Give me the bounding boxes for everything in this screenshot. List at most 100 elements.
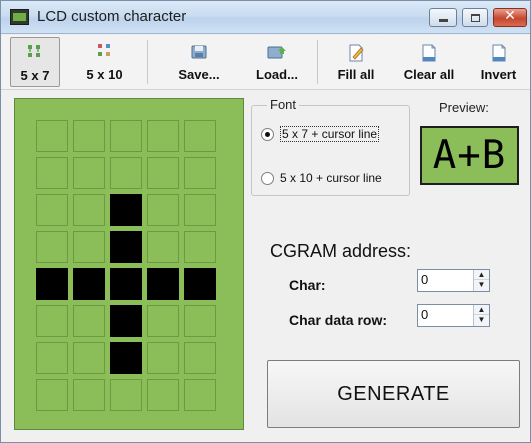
font-option-5x7-label: 5 x 7 + cursor line — [280, 126, 380, 142]
lcd-pixel[interactable] — [184, 379, 216, 411]
char-down-icon[interactable]: ▼ — [474, 280, 489, 290]
lcd-pixel[interactable] — [36, 231, 68, 263]
maximize-icon — [471, 14, 480, 22]
lcd-pixel[interactable] — [184, 305, 216, 337]
lcd-pixel-grid — [36, 120, 216, 411]
lcd-pixel[interactable] — [110, 342, 142, 374]
fill-all-icon — [349, 44, 364, 62]
radio-5x10[interactable] — [261, 171, 274, 185]
close-button[interactable]: ✕ — [493, 8, 527, 27]
fill-all-button[interactable]: Fill all — [326, 37, 386, 87]
lcd-pixel[interactable] — [184, 157, 216, 189]
preview-display: A+B — [420, 126, 519, 185]
close-icon: ✕ — [504, 8, 516, 24]
font-option-5x10[interactable]: 5 x 10 + cursor line — [261, 171, 382, 185]
lcd-app-icon — [10, 9, 29, 25]
minimize-icon — [439, 19, 448, 22]
row-up-icon[interactable]: ▲ — [474, 305, 489, 315]
lcd-pixel[interactable] — [147, 268, 179, 300]
invert-label: Invert — [480, 67, 517, 82]
lcd-pixel[interactable] — [184, 268, 216, 300]
load-label: Load... — [256, 67, 298, 82]
radio-5x7[interactable] — [261, 127, 274, 141]
char-value: 0 — [421, 272, 429, 287]
size-5x7-button[interactable]: 5 x 7 — [10, 37, 60, 87]
load-icon — [267, 46, 286, 59]
lcd-pixel[interactable] — [73, 342, 105, 374]
title-bar[interactable]: LCD custom character ✕ — [1, 1, 530, 34]
lcd-pixel[interactable] — [36, 157, 68, 189]
maximize-button[interactable] — [462, 8, 488, 27]
lcd-pixel[interactable] — [73, 231, 105, 263]
clear-all-label: Clear all — [403, 67, 455, 82]
minimize-button[interactable] — [429, 8, 457, 27]
lcd-pixel[interactable] — [110, 157, 142, 189]
app-window: LCD custom character ✕ 5 x 7 5 x 10 Save… — [0, 0, 531, 443]
save-icon — [191, 45, 207, 59]
grid-large-icon — [97, 44, 110, 56]
lcd-pixel[interactable] — [184, 120, 216, 152]
lcd-pixel[interactable] — [147, 342, 179, 374]
preview-label: Preview: — [439, 100, 489, 115]
save-label: Save... — [178, 67, 220, 82]
row-down-icon[interactable]: ▼ — [474, 315, 489, 325]
lcd-pixel[interactable] — [36, 120, 68, 152]
toolbar: 5 x 7 5 x 10 Save... Load... Fill all Cl… — [1, 35, 530, 90]
lcd-pixel[interactable] — [147, 379, 179, 411]
lcd-pixel[interactable] — [73, 194, 105, 226]
lcd-pixel[interactable] — [73, 120, 105, 152]
preview-text: A+B — [432, 133, 507, 178]
toolbar-separator — [317, 40, 318, 84]
char-label: Char: — [289, 277, 326, 293]
char-data-row-label: Char data row: — [289, 312, 388, 328]
font-option-5x10-label: 5 x 10 + cursor line — [280, 171, 382, 185]
lcd-pixel[interactable] — [110, 305, 142, 337]
char-data-row-spinbox[interactable]: 0 ▲ ▼ — [417, 304, 490, 327]
cgram-title: CGRAM address: — [270, 241, 412, 261]
char-spin-arrows: ▲ ▼ — [473, 270, 489, 291]
lcd-pixel[interactable] — [73, 268, 105, 300]
lcd-pixel[interactable] — [147, 194, 179, 226]
lcd-pixel[interactable] — [147, 120, 179, 152]
row-spin-arrows: ▲ ▼ — [473, 305, 489, 326]
lcd-pixel[interactable] — [36, 194, 68, 226]
lcd-pixel[interactable] — [73, 379, 105, 411]
invert-icon — [492, 44, 505, 62]
fill-all-label: Fill all — [337, 67, 375, 82]
font-option-5x7[interactable]: 5 x 7 + cursor line — [261, 126, 380, 142]
generate-button[interactable]: GENERATE — [267, 360, 520, 428]
lcd-pixel[interactable] — [147, 305, 179, 337]
lcd-pixel[interactable] — [36, 379, 68, 411]
font-group-title: Font — [267, 97, 300, 112]
invert-button[interactable]: Invert — [471, 37, 526, 87]
lcd-pixel[interactable] — [73, 305, 105, 337]
lcd-pixel[interactable] — [147, 157, 179, 189]
lcd-editor — [14, 98, 244, 430]
lcd-pixel[interactable] — [147, 231, 179, 263]
lcd-pixel[interactable] — [36, 305, 68, 337]
load-button[interactable]: Load... — [243, 37, 311, 87]
size-5x10-button[interactable]: 5 x 10 — [77, 37, 132, 87]
size-5x10-label: 5 x 10 — [86, 67, 123, 82]
window-title: LCD custom character — [37, 8, 187, 25]
lcd-pixel[interactable] — [36, 268, 68, 300]
lcd-pixel[interactable] — [110, 120, 142, 152]
char-data-row-value: 0 — [421, 307, 429, 322]
toolbar-separator — [147, 40, 148, 84]
lcd-pixel[interactable] — [110, 231, 142, 263]
lcd-pixel[interactable] — [184, 342, 216, 374]
clear-all-button[interactable]: Clear all — [394, 37, 464, 87]
char-spinbox[interactable]: 0 ▲ ▼ — [417, 269, 490, 292]
lcd-pixel[interactable] — [110, 194, 142, 226]
size-5x7-label: 5 x 7 — [20, 68, 50, 83]
lcd-pixel[interactable] — [36, 342, 68, 374]
lcd-pixel[interactable] — [73, 157, 105, 189]
lcd-pixel[interactable] — [184, 194, 216, 226]
clear-all-icon — [422, 44, 436, 62]
lcd-pixel[interactable] — [184, 231, 216, 263]
lcd-pixel[interactable] — [110, 379, 142, 411]
save-button[interactable]: Save... — [166, 37, 232, 87]
grid-small-icon — [28, 45, 40, 57]
char-up-icon[interactable]: ▲ — [474, 270, 489, 280]
lcd-pixel[interactable] — [110, 268, 142, 300]
